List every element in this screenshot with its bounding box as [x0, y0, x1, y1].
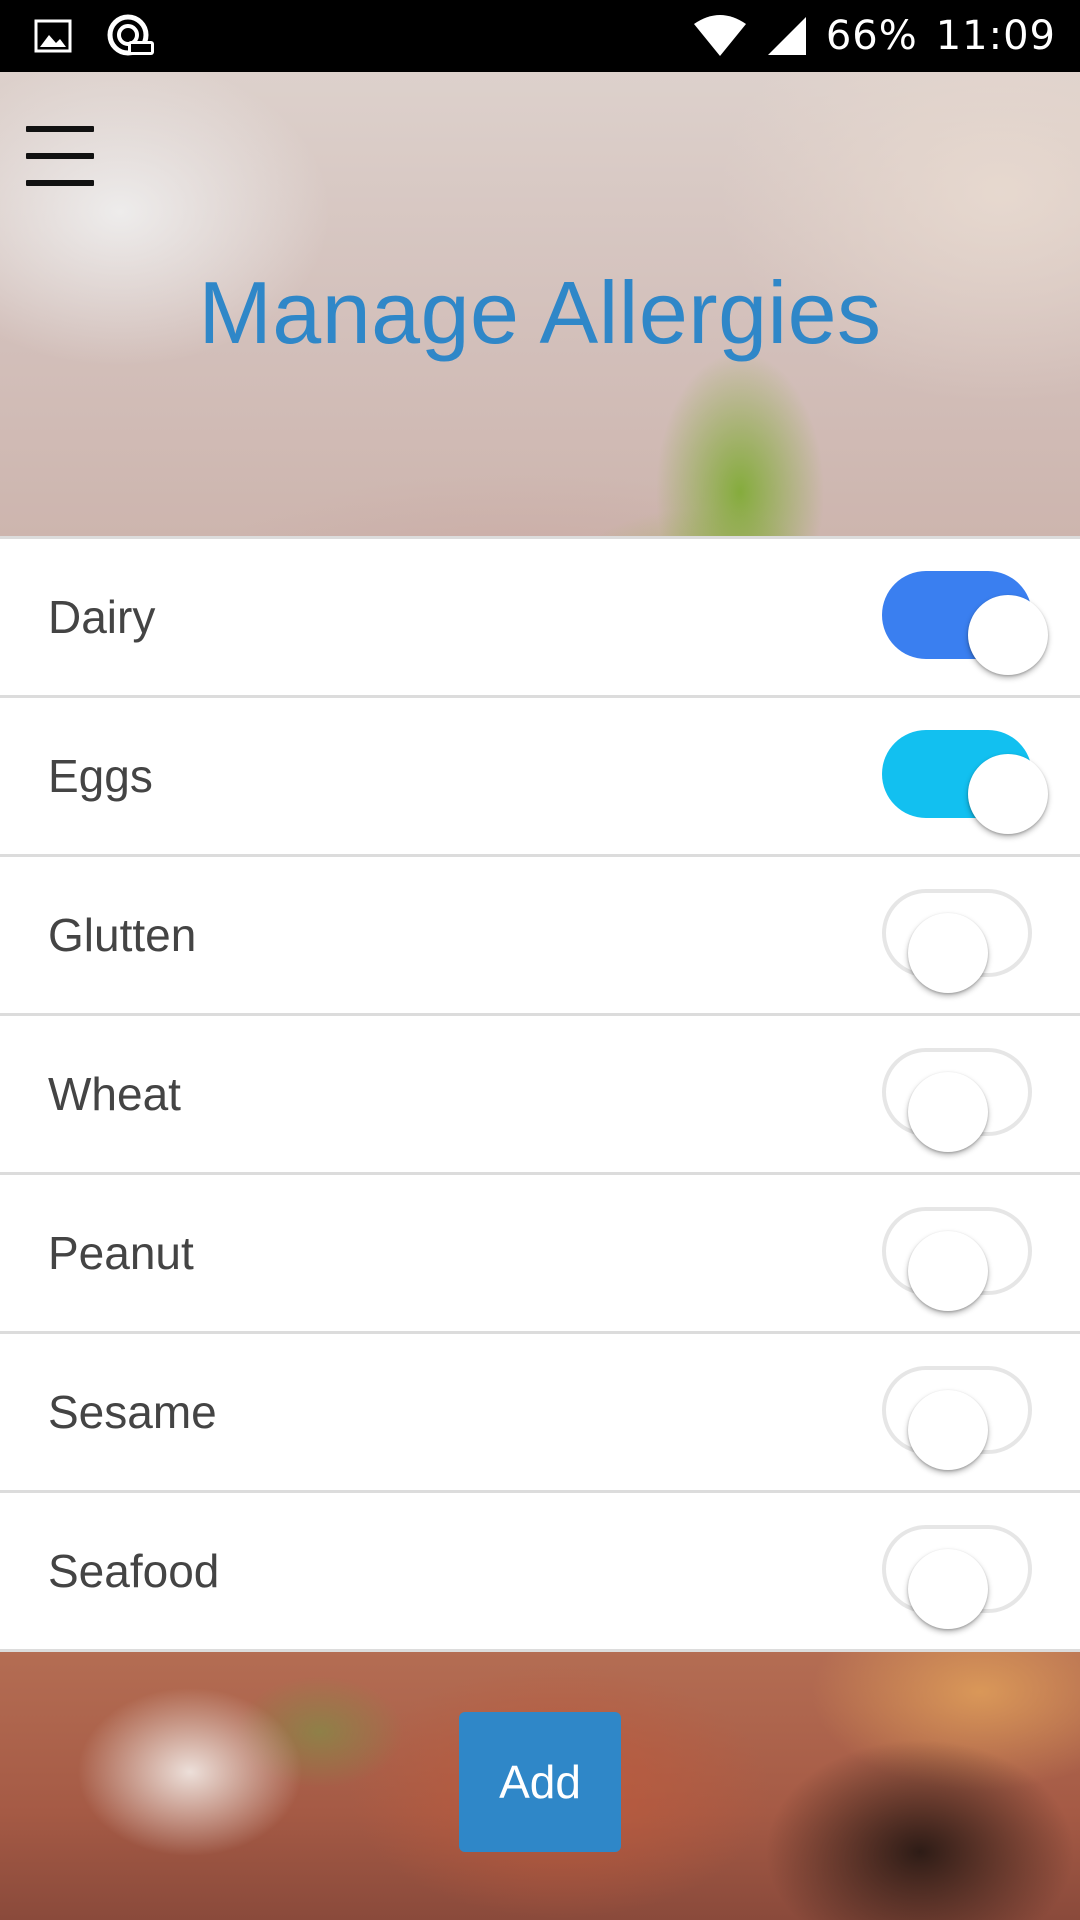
sesame-toggle[interactable] — [882, 1366, 1032, 1470]
status-bar: 66% 11:09 — [0, 0, 1080, 72]
allergy-label: Glutten — [48, 909, 197, 961]
wheat-toggle[interactable] — [882, 1048, 1032, 1152]
image-icon — [34, 19, 72, 53]
header-banner: Manage Allergies — [0, 72, 1080, 536]
eggs-toggle[interactable] — [882, 730, 1048, 834]
allergy-row-seafood: Seafood — [0, 1493, 1080, 1652]
allergy-label: Eggs — [48, 750, 153, 802]
glutten-toggle[interactable] — [882, 889, 1032, 993]
allergy-list: Dairy Eggs Glutten Wheat Peanut Sesame S… — [0, 536, 1080, 1652]
add-button[interactable]: Add — [459, 1712, 621, 1852]
toggle-knob — [908, 913, 988, 993]
footer-banner: Add — [0, 1652, 1080, 1920]
allergy-row-wheat: Wheat — [0, 1016, 1080, 1175]
toggle-knob — [908, 1072, 988, 1152]
toggle-knob — [968, 754, 1048, 834]
clock: 11:09 — [935, 13, 1056, 59]
wifi-icon — [692, 14, 748, 58]
allergy-label: Wheat — [48, 1068, 181, 1120]
allergy-label: Seafood — [48, 1545, 220, 1597]
battery-percent: 66% — [825, 13, 918, 59]
page-title: Manage Allergies — [198, 263, 882, 362]
dairy-toggle[interactable] — [882, 571, 1048, 675]
allergy-row-sesame: Sesame — [0, 1334, 1080, 1493]
allergy-row-eggs: Eggs — [0, 698, 1080, 857]
hamburger-menu-icon[interactable] — [26, 122, 94, 190]
menu-bar — [26, 126, 94, 132]
cell-signal-icon — [766, 15, 808, 57]
allergy-row-glutten: Glutten — [0, 857, 1080, 1016]
toggle-knob — [908, 1231, 988, 1311]
allergy-label: Dairy — [48, 591, 156, 643]
allergy-row-dairy: Dairy — [0, 539, 1080, 698]
toggle-knob — [968, 595, 1048, 675]
seafood-toggle[interactable] — [882, 1525, 1032, 1629]
allergy-label: Peanut — [48, 1227, 194, 1279]
toggle-knob — [908, 1390, 988, 1470]
menu-bar — [26, 153, 94, 159]
allergy-label: Sesame — [48, 1386, 217, 1438]
toggle-knob — [908, 1549, 988, 1629]
peanut-toggle[interactable] — [882, 1207, 1032, 1311]
allergy-row-peanut: Peanut — [0, 1175, 1080, 1334]
menu-bar — [26, 180, 94, 186]
css-app-icon — [106, 13, 156, 59]
